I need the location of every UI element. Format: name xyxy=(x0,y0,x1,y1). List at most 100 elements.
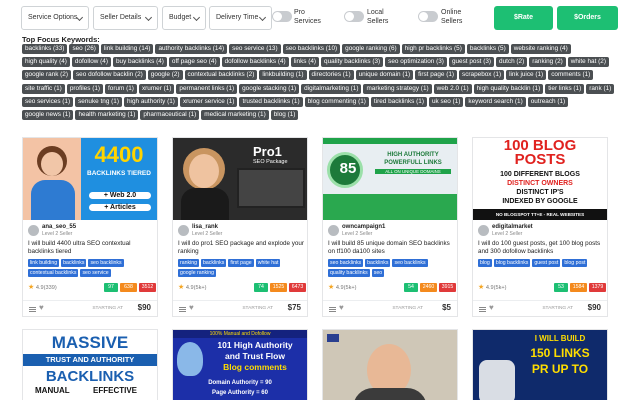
delivery-time-dropdown[interactable]: Delivery Time xyxy=(209,6,272,30)
gig-tag-chip[interactable]: white hat xyxy=(255,259,281,267)
seller-name[interactable]: lisa_rank xyxy=(192,224,218,230)
keyword-tag[interactable]: first page (1) xyxy=(415,70,458,81)
keyword-tag[interactable]: dutch (2) xyxy=(496,57,528,68)
keyword-tag[interactable]: rank (1) xyxy=(586,83,615,94)
gig-thumbnail[interactable]: 100% Manual and Dofollow 101 High Author… xyxy=(173,330,307,400)
keyword-tag[interactable]: xrumer (1) xyxy=(138,83,175,94)
keyword-tag[interactable]: dofollow backlinks (4) xyxy=(221,57,289,68)
gig-tag-chip[interactable]: backlinks xyxy=(365,259,391,267)
keyword-tag[interactable]: forum (1) xyxy=(105,83,137,94)
heart-icon[interactable]: ♥ xyxy=(39,303,44,312)
gig-card[interactable]: 85 HIGH AUTHORITY POWERFULL LINKS ALL ON… xyxy=(322,137,458,317)
keyword-tag[interactable]: links (4) xyxy=(290,57,320,68)
keyword-tag[interactable]: scrapebox (1) xyxy=(459,70,505,81)
keyword-tag[interactable]: tier links (1) xyxy=(545,83,585,94)
gig-tag-chip[interactable]: contextual backlinks xyxy=(28,269,79,277)
avatar[interactable] xyxy=(328,225,339,236)
gig-title[interactable]: I will do pro1 SEO package and explode y… xyxy=(178,240,304,257)
seller-name[interactable]: ana_seo_55 xyxy=(42,224,76,230)
gig-tag-chip[interactable]: seo backlinks xyxy=(88,259,124,267)
gig-tag-chip[interactable]: quality backlinks xyxy=(328,269,370,277)
seller-name[interactable]: owncampaign1 xyxy=(342,224,385,230)
rate-sort-button[interactable]: $Rate xyxy=(494,6,553,30)
keyword-tag[interactable]: authority backlinks (14) xyxy=(155,44,228,54)
keyword-tag[interactable]: marketing strategy (1) xyxy=(363,83,432,94)
avatar[interactable] xyxy=(478,225,489,236)
local-sellers-toggle[interactable] xyxy=(344,11,364,22)
keyword-tag[interactable]: seo backlinks (10) xyxy=(282,44,341,54)
keyword-tag[interactable]: google stacking (1) xyxy=(239,83,300,94)
heart-icon[interactable]: ♥ xyxy=(339,303,344,312)
gig-tag-chip[interactable]: backlinks xyxy=(201,259,227,267)
keyword-tag[interactable]: seo service (13) xyxy=(229,44,281,54)
keyword-tag[interactable]: guest post (3) xyxy=(448,57,495,68)
keyword-tag[interactable]: permanent links (1) xyxy=(176,83,238,94)
keyword-tag[interactable]: profiles (1) xyxy=(66,83,104,94)
keyword-tag[interactable]: seo dofollow backlin (2) xyxy=(72,70,146,81)
keyword-tag[interactable]: google (2) xyxy=(147,70,183,81)
menu-icon[interactable] xyxy=(29,307,36,312)
gig-tag-chip[interactable]: blog backlinks xyxy=(493,259,531,267)
keyword-tag[interactable]: blog commenting (1) xyxy=(304,96,369,107)
keyword-tag[interactable]: digitalmarketing (1) xyxy=(301,83,362,94)
gig-card[interactable] xyxy=(322,329,458,400)
gig-tag-chip[interactable]: ranking xyxy=(178,259,200,267)
avatar[interactable] xyxy=(28,225,39,236)
keyword-tag[interactable]: dofollow (4) xyxy=(71,57,111,68)
gig-card[interactable]: MASSIVE TRUST AND AUTHORITY BACKLINKS MA… xyxy=(22,329,158,400)
gig-thumbnail[interactable]: 100 BLOG POSTS 100 DIFFERENT BLOGS DISTI… xyxy=(473,138,607,220)
gig-tag-chip[interactable]: backlinks xyxy=(61,259,87,267)
keyword-tag[interactable]: google ranking (6) xyxy=(342,44,400,54)
keyword-tag[interactable]: senuke tng (1) xyxy=(75,96,122,107)
gig-card[interactable]: 100 BLOG POSTS 100 DIFFERENT BLOGS DISTI… xyxy=(472,137,608,317)
gig-tag-chip[interactable]: seo backlinks xyxy=(392,259,428,267)
menu-icon[interactable] xyxy=(179,307,186,312)
budget-dropdown[interactable]: Budget xyxy=(162,6,206,30)
keyword-tag[interactable]: trusted backlinks (1) xyxy=(239,96,303,107)
orders-sort-button[interactable]: $Orders xyxy=(557,6,618,30)
gig-thumbnail[interactable]: MASSIVE TRUST AND AUTHORITY BACKLINKS MA… xyxy=(23,330,157,400)
pro-services-toggle[interactable] xyxy=(272,11,292,22)
keyword-tag[interactable]: tired backlinks (1) xyxy=(370,96,427,107)
gig-title[interactable]: I will build 4400 ultra SEO contextual b… xyxy=(28,240,154,257)
gig-card[interactable]: Pro1 SEO Package lisa_rank Level 2 Selle… xyxy=(172,137,308,317)
keyword-tag[interactable]: comments (1) xyxy=(548,70,594,81)
keyword-tag[interactable]: high authority (1) xyxy=(123,96,178,107)
keyword-tag[interactable]: quality backlinks (3) xyxy=(321,57,384,68)
online-sellers-toggle[interactable] xyxy=(418,11,438,22)
menu-icon[interactable] xyxy=(329,307,336,312)
keyword-tag[interactable]: google news (1) xyxy=(22,109,74,120)
keyword-tag[interactable]: white hat (2) xyxy=(567,57,609,68)
keyword-tag[interactable]: site traffic (1) xyxy=(22,83,65,94)
heart-icon[interactable]: ♥ xyxy=(489,303,494,312)
gig-thumbnail[interactable]: Pro1 SEO Package xyxy=(173,138,307,220)
gig-tag-chip[interactable]: seo backlinks xyxy=(328,259,364,267)
keyword-tag[interactable]: high quality backlin (1) xyxy=(473,83,544,94)
menu-icon[interactable] xyxy=(479,307,486,312)
gig-thumbnail[interactable]: I WILL BUILD 150 LINKS PR UP TO xyxy=(473,330,607,400)
gig-tag-chip[interactable]: seo xyxy=(371,269,385,277)
keyword-tag[interactable]: uk seo (1) xyxy=(428,96,464,107)
avatar[interactable] xyxy=(178,225,189,236)
keyword-tag[interactable]: link juice (1) xyxy=(506,70,547,81)
keyword-tag[interactable]: outreach (1) xyxy=(527,96,569,107)
keyword-tag[interactable]: contextual backlinks (2) xyxy=(184,70,258,81)
keyword-tag[interactable]: link building (14) xyxy=(100,44,154,54)
gig-tag-chip[interactable]: seo service xyxy=(80,269,111,277)
gig-tag-chip[interactable]: blog xyxy=(478,259,492,267)
gig-tag-chip[interactable]: blog post xyxy=(562,259,588,267)
gig-card[interactable]: I WILL BUILD 150 LINKS PR UP TO xyxy=(472,329,608,400)
heart-icon[interactable]: ♥ xyxy=(189,303,194,312)
gig-tag-chip[interactable]: first page xyxy=(228,259,254,267)
keyword-tag[interactable]: medical marketing (1) xyxy=(201,109,269,120)
keyword-tag[interactable]: seo optimization (3) xyxy=(385,57,447,68)
keyword-tag[interactable]: ranking (2) xyxy=(529,57,566,68)
gig-thumbnail[interactable] xyxy=(323,330,457,400)
keyword-tag[interactable]: high quality (4) xyxy=(22,57,70,68)
keyword-tag[interactable]: linkbuilding (1) xyxy=(259,70,307,81)
gig-title[interactable]: I will do 100 guest posts, get 100 blog … xyxy=(478,240,604,257)
keyword-tag[interactable]: high pr backlinks (5) xyxy=(401,44,465,54)
gig-tag-chip[interactable]: link building xyxy=(28,259,60,267)
seller-details-dropdown[interactable]: Seller Details xyxy=(93,6,158,30)
keyword-tag[interactable]: keyword search (1) xyxy=(465,96,526,107)
